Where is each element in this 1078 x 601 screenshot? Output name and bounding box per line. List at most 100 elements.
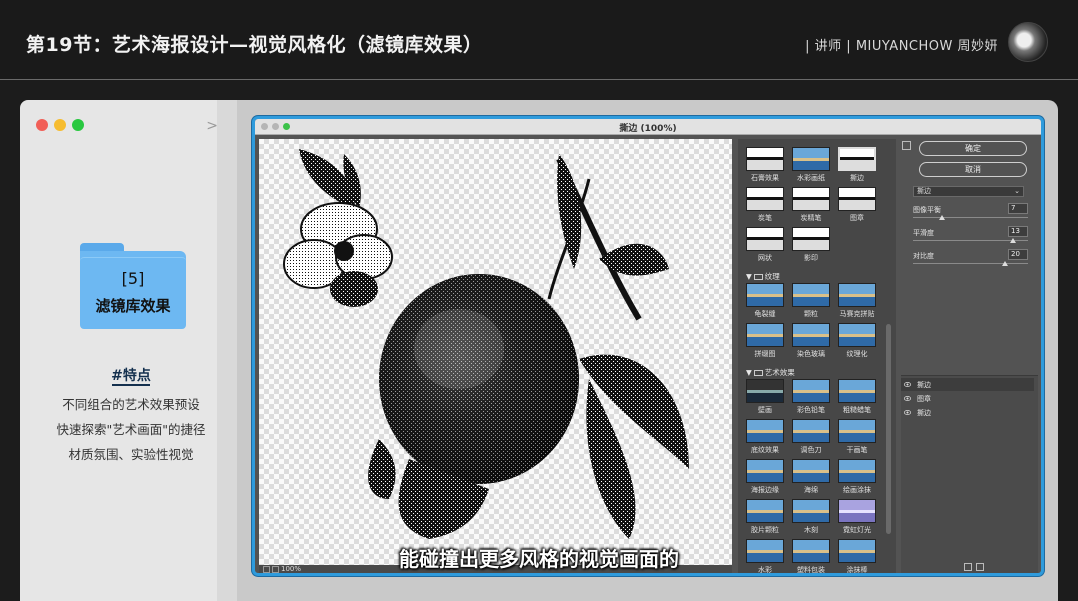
param-slider-track[interactable] [913, 217, 1028, 218]
filter-thumb-label: 影印 [804, 254, 818, 262]
filter-thumb-label: 龟裂缝 [754, 310, 776, 318]
effect-layer-name: 撕边 [917, 381, 931, 389]
preview-artwork [283, 149, 689, 539]
filter-thumb[interactable] [838, 283, 876, 307]
folder-icon [753, 370, 763, 376]
folder-icon [753, 274, 763, 280]
filter-thumb-label: 石膏效果 [751, 174, 779, 182]
filter-thumb[interactable] [746, 187, 784, 211]
preview-canvas[interactable] [259, 139, 732, 565]
filter-thumb-label: 马赛克拼贴 [839, 310, 875, 318]
filter-thumb-label: 炭精笔 [800, 214, 822, 222]
filter-thumb[interactable] [746, 459, 784, 483]
feature-line: 快速探索"艺术画面"的捷径 [56, 422, 206, 437]
gallery-scrollbar[interactable] [886, 324, 891, 534]
window-zoom-dot[interactable] [72, 119, 84, 131]
folder-icon: [5] 滤镜库效果 [80, 243, 186, 329]
filter-thumb-label: 纹理化 [846, 350, 868, 358]
effect-layer[interactable]: 图章 [901, 392, 1034, 405]
eye-icon[interactable] [904, 409, 911, 416]
param-slider-track[interactable] [913, 263, 1028, 264]
filter-thumb[interactable] [746, 499, 784, 523]
lesson-title: 第19节：艺术海报设计—视觉风格化（滤镜库效果） [26, 34, 483, 56]
filter-thumb[interactable] [792, 459, 830, 483]
filter-thumb-label: 绘画涂抹 [843, 486, 871, 494]
topic-card: > [5] 滤镜库效果 #特点 不同组合的艺术效果预设 快速探索"艺术画面"的捷… [20, 100, 242, 601]
filter-thumb[interactable] [838, 459, 876, 483]
dialog-title: 撕边 (100%) [619, 124, 677, 134]
filter-category[interactable]: ▼ 艺术效果 [746, 367, 795, 378]
filter-thumb[interactable] [792, 227, 830, 251]
filter-thumb[interactable] [838, 499, 876, 523]
param-slider-handle[interactable] [938, 215, 945, 220]
filter-select[interactable]: 撕边 ⌄ [913, 186, 1024, 197]
filter-thumb-label: 撕边 [850, 174, 864, 182]
effect-layer[interactable]: 撕边 [901, 378, 1034, 391]
feature-line: 材质氛围、实验性视觉 [68, 447, 194, 462]
filter-thumb-label: 网状 [758, 254, 772, 262]
filter-thumb[interactable] [838, 379, 876, 403]
filter-thumb-label: 调色刀 [800, 446, 822, 454]
filter-thumb[interactable] [746, 419, 784, 443]
filter-thumb[interactable] [792, 419, 830, 443]
filter-thumb[interactable] [792, 499, 830, 523]
filter-thumb-label: 海报边缘 [751, 486, 779, 494]
subtitle: 能碰撞出更多风格的视觉画面的 [399, 547, 679, 571]
header-bar: 第19节：艺术海报设计—视觉风格化（滤镜库效果） | 讲师 | MIUYANCH… [0, 0, 1078, 80]
filter-thumb[interactable] [838, 323, 876, 347]
filter-thumb[interactable] [792, 283, 830, 307]
filter-thumb-label: 霓虹灯光 [843, 526, 871, 534]
eye-icon[interactable] [904, 395, 911, 402]
filter-thumb[interactable] [746, 227, 784, 251]
param-slider-handle[interactable] [1002, 261, 1008, 266]
param-label: 平滑度 [913, 229, 934, 237]
collapse-toggle-icon[interactable] [902, 141, 911, 150]
filter-thumb[interactable] [746, 379, 784, 403]
filter-thumb[interactable] [838, 419, 876, 443]
filter-category-label: 纹理 [764, 272, 780, 281]
filter-thumb-label: 炭笔 [758, 214, 772, 222]
ok-button[interactable]: 确定 [919, 141, 1027, 156]
filter-thumb[interactable] [746, 147, 784, 171]
feature-title: #特点 [111, 368, 151, 384]
filter-thumb[interactable] [792, 379, 830, 403]
filter-category[interactable]: ▼ 纹理 [746, 271, 780, 282]
folder-number: [5] [121, 269, 145, 288]
filter-thumb-label: 底纹效果 [751, 446, 779, 454]
filter-thumb[interactable] [746, 323, 784, 347]
screen: 第19节：艺术海报设计—视觉风格化（滤镜库效果） | 讲师 | MIUYANCH… [0, 0, 1078, 601]
filter-thumb-label: 木刻 [804, 526, 818, 534]
filter-thumb-label: 壁画 [758, 406, 772, 414]
window-minimize-dot[interactable] [54, 119, 66, 131]
dialog-titlebar: 撕边 (100%) [255, 119, 1041, 135]
param-value-input[interactable]: 13 [1008, 226, 1028, 237]
cancel-button[interactable]: 取消 [919, 162, 1027, 177]
filter-thumb[interactable] [838, 187, 876, 211]
chevron-down-icon: ⌄ [1014, 187, 1020, 195]
window-close-dot[interactable] [36, 119, 48, 131]
triangle-down-icon: ▼ [746, 368, 752, 377]
param-slider-handle[interactable] [1010, 238, 1017, 243]
eye-icon[interactable] [904, 381, 911, 388]
filter-thumb[interactable] [746, 283, 784, 307]
filter-thumb[interactable] [838, 147, 876, 171]
filter-thumb[interactable] [792, 323, 830, 347]
filter-thumb-label: 干画笔 [846, 446, 868, 454]
folder-label: 滤镜库效果 [95, 297, 171, 315]
filter-thumb[interactable] [792, 187, 830, 211]
filter-thumb-label: 图章 [850, 214, 864, 222]
instructor-label: | 讲师 | MIUYANCHOW 周妙妍 [805, 39, 998, 54]
filter-select-value: 撕边 [917, 187, 931, 195]
filter-gallery-dialog: 撕边 (100%) 100% 石膏效果 水彩画纸 撕边 炭笔 炭精笔 图章 网状… [252, 116, 1044, 576]
filter-thumb[interactable] [792, 147, 830, 171]
feature-underline [112, 384, 150, 386]
filter-thumb-label: 拼缀图 [754, 350, 776, 358]
filter-thumb-label: 颗粒 [804, 310, 818, 318]
filter-thumb-label: 彩色铅笔 [797, 406, 825, 414]
filter-thumb-label: 染色玻璃 [797, 350, 825, 358]
filter-category-label: 艺术效果 [764, 368, 795, 377]
effect-layer[interactable]: 撕边 [901, 406, 1034, 419]
param-value-input[interactable]: 20 [1008, 249, 1028, 260]
param-value-input[interactable]: 7 [1008, 203, 1028, 214]
filter-settings-panel: 确定 取消 撕边 ⌄ 图像平衡 7 平滑度 13 对比度 20 撕边 图章 撕边 [898, 139, 1041, 573]
